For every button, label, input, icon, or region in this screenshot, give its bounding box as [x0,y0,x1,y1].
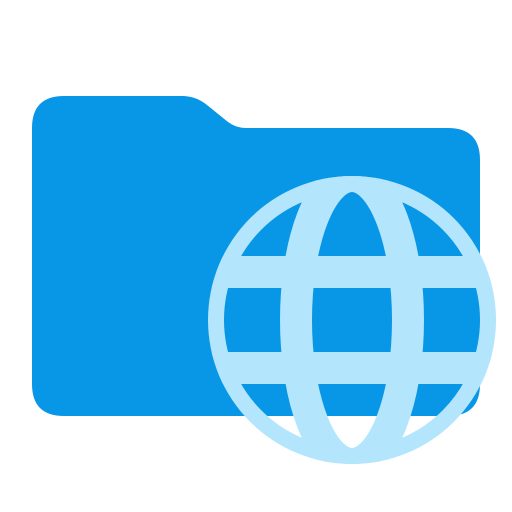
globe-parallel-lower [208,352,496,384]
folder-web-icon-canvas [0,0,512,512]
globe-parallel-upper [208,256,496,288]
folder-web-icon [32,96,496,464]
